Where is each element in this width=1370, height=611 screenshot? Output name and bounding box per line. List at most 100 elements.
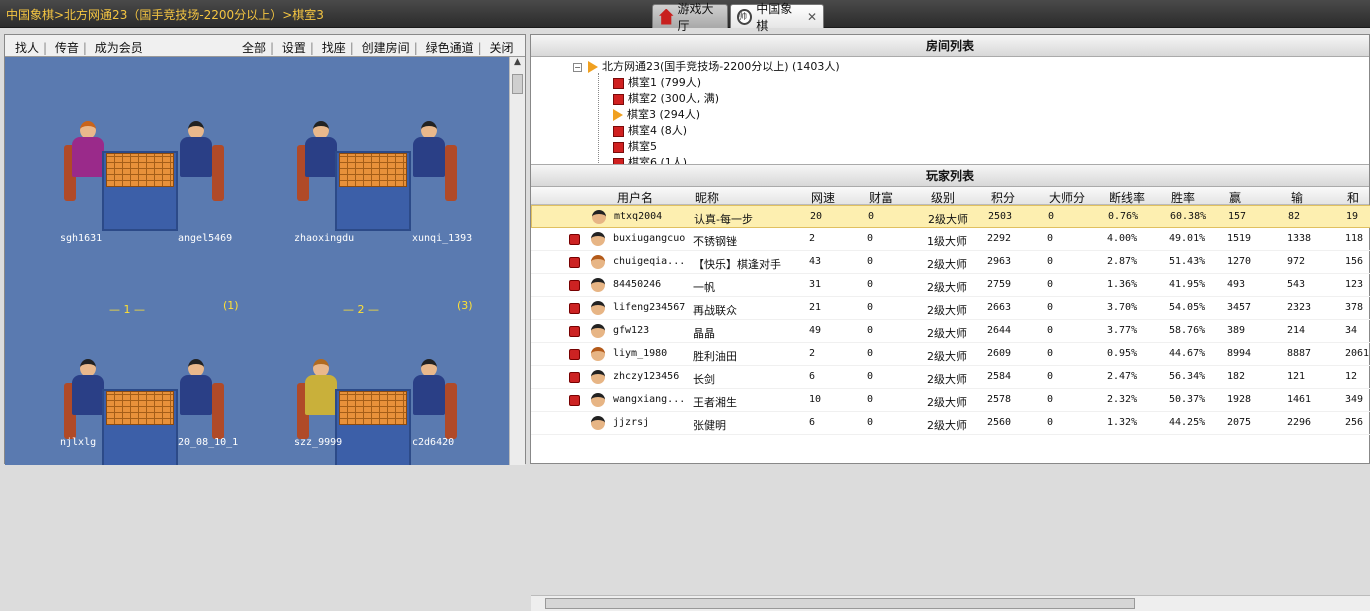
find-person-link[interactable]: 找人	[11, 41, 43, 55]
avatar-icon	[591, 347, 605, 361]
col-disconnect-rate[interactable]: 断线率	[1109, 189, 1145, 206]
server-node[interactable]: − 北方网通23(国手竞技场-2200分以上) (1403人)	[573, 59, 840, 75]
find-seat-link[interactable]: 找座	[318, 41, 350, 55]
chair	[212, 383, 224, 439]
player-name-right[interactable]: angel5469	[178, 233, 232, 244]
lists-panel: 房间列表 − 北方网通23(国手竞技场-2200分以上) (1403人) 棋室1…	[530, 34, 1370, 611]
player-master-score: 0	[1047, 394, 1054, 405]
game-hall-panel: 找人 | 传音 | 成为会员 全部 | 设置 | 找座 | 创建房间 | 绿色通道 | 关闭	[4, 34, 526, 465]
status-flag-icon	[569, 234, 580, 245]
player-row[interactable]: zhczy123456 长剑 6 0 2级大师 2584 0 2.47% 56.34% 182 12…	[531, 366, 1370, 389]
game-table-2[interactable]	[293, 115, 463, 245]
player-name-right[interactable]: 20_08_10_1	[178, 437, 238, 448]
col-nickname[interactable]: 昵称	[695, 189, 719, 206]
player-wins: 1270	[1227, 256, 1252, 267]
player-losses: 1338	[1287, 233, 1312, 244]
chess-board	[106, 391, 174, 425]
room-tree: − 北方网通23(国手竞技场-2200分以上) (1403人) 棋室1 (799…	[531, 57, 1369, 165]
player-win-rate: 58.76%	[1169, 325, 1206, 336]
player-row[interactable]: jjzrsj 张健明 6 0 2级大师 2560 0 1.32% 44.25% 2075 2296 2…	[531, 412, 1370, 435]
breadcrumb[interactable]: 中国象棋>北方网通23（国手竞技场-2200分以上）>棋室3	[6, 6, 324, 23]
player-username: liym_1980	[613, 348, 668, 359]
player-win-rate: 49.01%	[1169, 233, 1206, 244]
player-level: 2级大师	[927, 281, 967, 294]
room-item-4[interactable]: 棋室4 (8人)	[613, 123, 687, 139]
col-speed[interactable]: 网速	[811, 189, 835, 206]
player-name-left[interactable]: zhaoxingdu	[294, 233, 354, 244]
col-level[interactable]: 级别	[931, 189, 955, 206]
player-row[interactable]: gfw123 晶晶 49 0 2级大师 2644 0 3.77% 58.76% 389 214 34	[531, 320, 1370, 343]
player-name-left[interactable]: sgh1631	[60, 233, 102, 244]
col-losses[interactable]: 输	[1291, 189, 1303, 206]
room-item-5[interactable]: 棋室5	[613, 139, 657, 155]
col-master-score[interactable]: 大师分	[1049, 189, 1085, 206]
player-losses: 82	[1288, 211, 1301, 222]
player-username: zhczy123456	[613, 371, 680, 382]
player-level: 2级大师	[927, 304, 967, 317]
player-row[interactable]: 84450246 一帆 31 0 2级大师 2759 0 1.36% 41.95% 493 543 1…	[531, 274, 1370, 297]
player-wealth: 0	[867, 371, 874, 382]
tab-chinese-chess[interactable]: 帅 中国象棋 ✕	[730, 2, 824, 33]
become-member-link[interactable]: 成为会员	[91, 41, 147, 55]
col-score[interactable]: 积分	[991, 189, 1015, 206]
player-wins: 1928	[1227, 394, 1252, 405]
game-table-4[interactable]	[293, 353, 463, 465]
server-label: 北方网通23(国手竞技场-2200分以上) (1403人)	[602, 60, 840, 73]
scroll-up-icon[interactable]: ▲	[510, 57, 525, 73]
room-item-1[interactable]: 棋室1 (799人)	[613, 75, 701, 91]
create-room-link[interactable]: 创建房间	[358, 41, 414, 55]
player-list-header: 玩家列表	[531, 165, 1369, 187]
player-name-left[interactable]: njlxlg	[60, 437, 96, 448]
close-tab-icon[interactable]: ✕	[807, 10, 817, 24]
scroll-thumb[interactable]	[512, 74, 523, 94]
col-wealth[interactable]: 财富	[869, 189, 893, 206]
whisper-link[interactable]: 传音	[51, 41, 83, 55]
player-horizontal-scrollbar[interactable]	[531, 595, 1370, 611]
player-win-rate: 44.25%	[1169, 417, 1206, 428]
player-name-right[interactable]: xunqi_1393	[412, 233, 472, 244]
settings-link[interactable]: 设置	[278, 41, 310, 55]
col-wins[interactable]: 赢	[1229, 189, 1241, 206]
room-item-3[interactable]: 棋室3 (294人)	[613, 107, 700, 123]
room-cube-icon	[613, 157, 624, 164]
room-item-6[interactable]: 棋室6 (1人)	[613, 155, 687, 164]
player-row[interactable]: liym_1980 胜利油田 2 0 2级大师 2609 0 0.95% 44.67% 8994 8…	[531, 343, 1370, 366]
player-wealth: 0	[867, 394, 874, 405]
player-master-score: 0	[1047, 417, 1054, 428]
player-nickname: 【快乐】棋逢对手	[693, 258, 781, 271]
green-channel-link[interactable]: 绿色通道	[422, 41, 478, 55]
player-win-rate: 54.05%	[1169, 302, 1206, 313]
hall-vertical-scrollbar[interactable]: ▲	[509, 57, 525, 465]
player-score: 2759	[987, 279, 1012, 290]
player-row[interactable]: lifeng234567 再战联众 21 0 2级大师 2663 0 3.70% 54.05% 3…	[531, 297, 1370, 320]
player-row[interactable]: chuigeqia... 【快乐】棋逢对手 43 0 2级大师 2963 0 2.87% 51.…	[531, 251, 1370, 274]
scroll-thumb[interactable]	[545, 598, 1135, 609]
player-username: chuigeqia...	[613, 256, 686, 267]
col-username[interactable]: 用户名	[617, 189, 653, 206]
status-flag-icon	[569, 349, 580, 360]
col-draws[interactable]: 和	[1347, 189, 1359, 206]
player-row[interactable]: buxiugangcuo 不锈钢锉 2 0 1级大师 2292 0 4.00% 49.01% 15…	[531, 228, 1370, 251]
collapse-icon[interactable]: −	[573, 62, 582, 72]
player-wins: 2075	[1227, 417, 1252, 428]
status-flag-icon	[569, 257, 580, 268]
player-score: 2609	[987, 348, 1012, 359]
player-speed: 20	[810, 211, 823, 222]
tab-game-lobby[interactable]: 游戏大厅	[652, 2, 728, 33]
player-speed: 2	[809, 233, 816, 244]
close-link[interactable]: 关闭	[485, 41, 517, 55]
player-row[interactable]: wangxiang... 王者湘生 10 0 2级大师 2578 0 2.32% 50.37% 1…	[531, 389, 1370, 412]
game-table-1[interactable]	[60, 115, 230, 245]
game-table-3[interactable]	[60, 353, 230, 465]
player-name-right[interactable]: c2d6420	[412, 437, 454, 448]
player-score: 2584	[987, 371, 1012, 382]
player-name-left[interactable]: szz_9999	[294, 437, 342, 448]
col-win-rate[interactable]: 胜率	[1171, 189, 1195, 206]
all-link[interactable]: 全部	[238, 41, 270, 55]
player-row[interactable]: mtxq2004 认真-每一步 20 0 2级大师 2503 0 0.76% 60.38% 157…	[531, 205, 1370, 228]
status-flag-icon	[569, 395, 580, 406]
avatar-icon	[591, 278, 605, 292]
table-area: sgh1631 angel5469 — 1 — (1) zhaoxingdu x…	[5, 57, 509, 465]
room-item-2[interactable]: 棋室2 (300人, 满)	[613, 91, 719, 107]
player-master-score: 0	[1047, 348, 1054, 359]
